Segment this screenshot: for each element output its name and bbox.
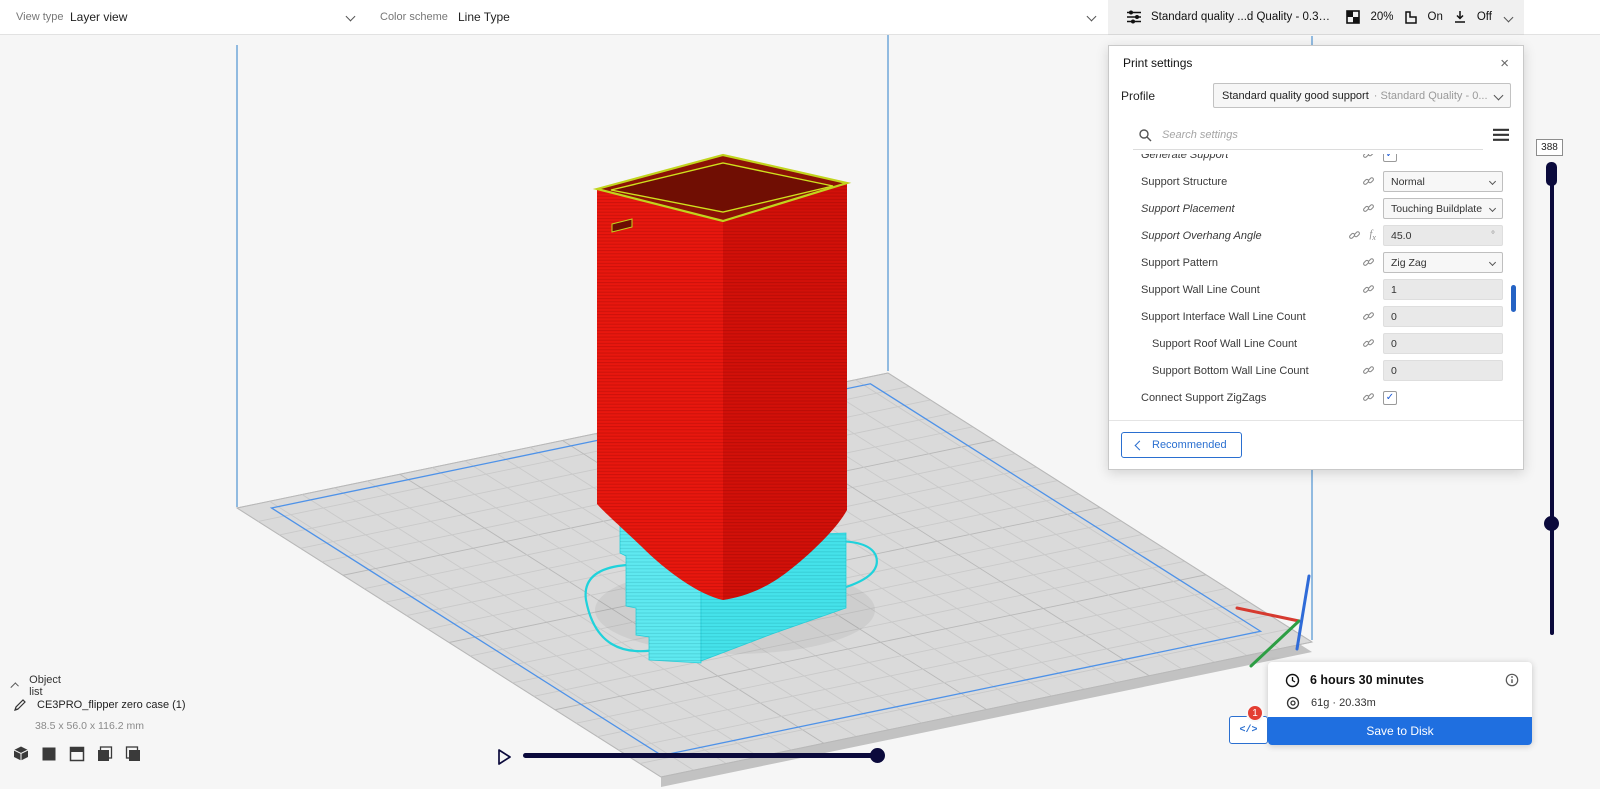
search-input[interactable]: Search settings	[1133, 120, 1483, 150]
link-icon[interactable]	[1360, 201, 1376, 217]
clock-icon	[1284, 672, 1300, 688]
support-bottom-wall-line-count-input[interactable]: 0	[1383, 360, 1503, 381]
color-scheme-label: Color scheme	[380, 11, 448, 23]
support-placement-select[interactable]: Touching Buildplate	[1383, 198, 1503, 219]
model-3d[interactable]	[597, 155, 847, 600]
object-list-header[interactable]: Object list	[12, 674, 63, 698]
layer-number-box[interactable]: 388	[1536, 139, 1563, 156]
setting-row-connect-support-zigzags: Connect Support ZigZags ✓	[1109, 384, 1523, 411]
setting-row-support-interface-wall-line-count: Support Interface Wall Line Count 0	[1109, 303, 1523, 330]
print-job-panel: 6 hours 30 minutes 61g · 20.33m Save to …	[1268, 662, 1532, 745]
view-right-button[interactable]	[124, 745, 142, 763]
setting-row-support-roof-wall-line-count: Support Roof Wall Line Count 0	[1109, 330, 1523, 357]
support-structure-select[interactable]: Normal	[1383, 171, 1503, 192]
link-icon[interactable]	[1360, 336, 1376, 352]
play-button[interactable]	[497, 748, 513, 771]
search-icon	[1137, 127, 1153, 143]
generate-support-checkbox[interactable]: ✓	[1383, 154, 1397, 162]
view-left-button[interactable]	[96, 745, 114, 763]
profile-chevron-icon	[1494, 91, 1504, 101]
adhesion-icon	[1452, 9, 1468, 25]
notification-badge: 1	[1246, 704, 1264, 722]
setting-row-support-structure: Support Structure Normal	[1109, 168, 1523, 195]
top-toolbar: View type Layer view Color scheme Line T…	[0, 0, 1600, 35]
link-icon[interactable]	[1360, 390, 1376, 406]
save-to-disk-button[interactable]: Save to Disk	[1268, 717, 1532, 745]
infill-icon	[1345, 9, 1361, 25]
setting-row-generate-support: Generate Support ✓	[1109, 154, 1523, 168]
setting-row-support-overhang-angle: Support Overhang Angle fx 45.0°	[1109, 222, 1523, 249]
material-usage: 61g · 20.33m	[1311, 697, 1376, 709]
setting-row-support-wall-line-count: Support Wall Line Count 1	[1109, 276, 1523, 303]
close-icon[interactable]: ×	[1500, 55, 1509, 72]
connect-support-zigzags-checkbox[interactable]: ✓	[1383, 391, 1397, 405]
recommended-button[interactable]: Recommended	[1121, 432, 1242, 458]
simulation-slider-handle[interactable]	[870, 748, 885, 763]
view-type-label: View type	[16, 11, 64, 23]
layer-slider-handle[interactable]	[1544, 516, 1559, 531]
view-front-button[interactable]	[40, 745, 58, 763]
profile-dropdown[interactable]: Standard quality good support · Standard…	[1213, 83, 1511, 108]
print-settings-panel: Print settings × Profile Standard qualit…	[1108, 45, 1524, 470]
profile-value: Standard quality good support	[1222, 90, 1369, 102]
simulation-slider-track[interactable]	[523, 753, 880, 758]
support-roof-wall-line-count-input[interactable]: 0	[1383, 333, 1503, 354]
summary-support-value: On	[1428, 11, 1443, 23]
support-interface-wall-line-count-input[interactable]: 0	[1383, 306, 1503, 327]
chevron-left-icon	[1135, 440, 1145, 450]
link-icon[interactable]	[1360, 282, 1376, 298]
link-icon[interactable]	[1360, 154, 1376, 163]
profile-label: Profile	[1121, 89, 1213, 103]
setting-row-support-placement: Support Placement Touching Buildplate	[1109, 195, 1523, 222]
view-top-button[interactable]	[68, 745, 86, 763]
support-overhang-angle-input[interactable]: 45.0°	[1383, 225, 1503, 246]
view-3d-button[interactable]	[12, 745, 30, 763]
summary-profile-text: Standard quality ...d Quality - 0.3mm	[1151, 11, 1336, 23]
link-icon[interactable]	[1360, 255, 1376, 271]
link-icon[interactable]	[1360, 174, 1376, 190]
profile-variant: · Standard Quality - 0...	[1374, 90, 1490, 102]
summary-infill-value: 20%	[1370, 11, 1393, 23]
chevron-up-icon	[10, 682, 19, 691]
preview-code-button[interactable]: </>	[1229, 716, 1268, 744]
object-list-item[interactable]: CE3PRO_flipper zero case (1)	[12, 697, 186, 713]
setting-row-support-pattern: Support Pattern Zig Zag	[1109, 249, 1523, 276]
info-icon[interactable]	[1504, 672, 1520, 688]
material-spool-icon	[1285, 695, 1301, 711]
support-wall-line-count-input[interactable]: 1	[1383, 279, 1503, 300]
camera-view-buttons	[12, 745, 142, 763]
summary-adhesion-value: Off	[1477, 11, 1492, 23]
pencil-icon	[12, 697, 28, 713]
settings-scrollbar[interactable]	[1511, 285, 1516, 312]
function-icon[interactable]: fx	[1370, 229, 1376, 242]
sliders-icon	[1126, 9, 1142, 25]
view-type-dropdown[interactable]: Layer view	[70, 10, 127, 24]
support-icon	[1403, 9, 1419, 25]
object-dimensions: 38.5 x 56.0 x 116.2 mm	[35, 720, 144, 732]
layer-slider-top-handle[interactable]	[1546, 162, 1557, 186]
layer-slider-track[interactable]	[1550, 167, 1554, 635]
settings-list: Generate Support ✓ Support Structure Nor…	[1109, 154, 1523, 420]
support-pattern-select[interactable]: Zig Zag	[1383, 252, 1503, 273]
summary-chevron-icon[interactable]	[1504, 12, 1514, 22]
color-scheme-dropdown[interactable]: Line Type	[458, 10, 510, 24]
object-item-name: CE3PRO_flipper zero case (1)	[37, 699, 186, 711]
link-icon[interactable]	[1360, 309, 1376, 325]
print-settings-summary-button[interactable]: Standard quality ...d Quality - 0.3mm 20…	[1108, 0, 1524, 35]
view-type-chevron-icon[interactable]	[346, 12, 356, 22]
panel-title: Print settings	[1123, 56, 1192, 70]
print-time-estimate: 6 hours 30 minutes	[1310, 673, 1424, 687]
search-placeholder: Search settings	[1162, 129, 1238, 141]
link-icon[interactable]	[1347, 228, 1363, 244]
color-scheme-chevron-icon[interactable]	[1087, 12, 1097, 22]
link-icon[interactable]	[1360, 363, 1376, 379]
setting-row-support-bottom-wall-line-count: Support Bottom Wall Line Count 0	[1109, 357, 1523, 384]
menu-icon[interactable]	[1493, 127, 1509, 143]
